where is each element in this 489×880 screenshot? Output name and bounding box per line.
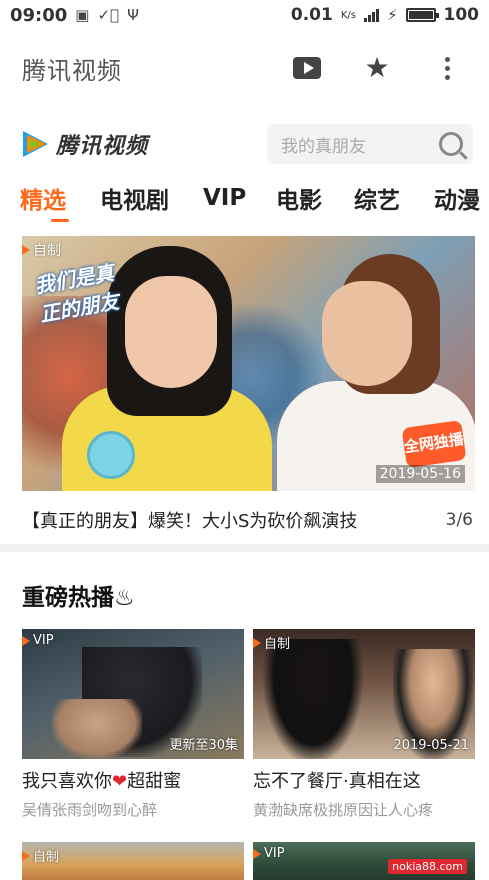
banner-badge-label: 自制 — [33, 243, 61, 259]
more-icon — [444, 56, 450, 80]
card-subtitle: 黄渤缺席极挑原因让人心疼 — [253, 801, 434, 819]
show-logo: 我们是真正的朋友 — [32, 260, 121, 327]
section-title: 重磅热播♨ — [22, 585, 135, 611]
favorite-button[interactable]: ★ — [357, 48, 397, 88]
site-header: 腾讯视频 我的真朋友 — [0, 118, 489, 170]
video-thumbnail[interactable]: 自制 2019-05-21 — [253, 629, 475, 759]
card-badge-label: 自制 — [264, 637, 291, 652]
video-thumbnail[interactable]: VIP 更新至30集 — [22, 629, 244, 759]
tab-featured[interactable]: 精选 — [20, 172, 100, 224]
banner-caption[interactable]: 【真正的朋友】爆笑！大小S为砍价飙演技 3/6 — [0, 496, 489, 552]
status-bar: 09:00 ▣ ✓⃝ Ψ 0.01 K/s ⚡ 100 — [0, 0, 489, 30]
tab-vip[interactable]: VIP — [203, 172, 276, 224]
search-box[interactable]: 我的真朋友 — [267, 124, 473, 164]
banner-date: 2019-05-16 — [375, 465, 465, 483]
category-tabs: 精选 电视剧 VIP 电影 综艺 动漫 — [0, 172, 489, 224]
network-speed: 0.01 — [290, 5, 333, 25]
watermark: nokia88.com — [388, 859, 467, 874]
badge-triangle-icon — [22, 850, 30, 861]
check-circle-icon: ✓⃝ — [97, 6, 120, 24]
network-unit: K/s — [340, 9, 356, 21]
card-badge: VIP — [22, 633, 54, 648]
badge-triangle-icon — [22, 245, 30, 255]
play-video-icon — [293, 57, 321, 79]
star-icon: ★ — [364, 51, 390, 84]
signal-icon — [363, 8, 379, 22]
exclusive-badge: 全网独播 — [401, 420, 467, 468]
more-button[interactable] — [427, 48, 467, 88]
fan-icon — [87, 431, 135, 479]
heart-icon: ❤ — [112, 771, 128, 792]
card-badge-label: VIP — [264, 846, 285, 861]
video-card[interactable]: 自制 — [22, 842, 244, 880]
tab-movies[interactable]: 电影 — [276, 172, 354, 224]
play-video-button[interactable] — [287, 48, 327, 88]
tencent-video-logo-icon — [23, 131, 48, 157]
image-icon: ▣ — [75, 6, 90, 24]
search-icon[interactable] — [439, 132, 463, 156]
video-card[interactable]: 自制 2019-05-21 忘不了餐厅·真相在这 黄渤缺席极挑原因让人心疼 — [253, 629, 475, 820]
tab-anime[interactable]: 动漫 — [434, 172, 489, 224]
badge-triangle-icon — [253, 848, 261, 859]
video-thumbnail[interactable]: 自制 — [22, 842, 244, 880]
video-card[interactable]: VIP nokia88.com — [253, 842, 475, 880]
logo-text: 腾讯视频 — [56, 134, 149, 159]
card-title: 忘不了餐厅·真相在这 — [253, 771, 421, 792]
site-logo[interactable]: 腾讯视频 — [18, 127, 267, 161]
card-badge: 自制 — [253, 633, 290, 652]
badge-triangle-icon — [253, 637, 261, 648]
card-date: 2019-05-21 — [393, 738, 469, 753]
card-badge-label: VIP — [33, 633, 54, 648]
tab-tv-series[interactable]: 电视剧 — [100, 172, 203, 224]
battery-level: 100 — [443, 5, 480, 25]
card-badge: VIP — [253, 846, 285, 861]
charging-icon: ⚡ — [386, 6, 398, 24]
video-thumbnail[interactable]: VIP nokia88.com — [253, 842, 475, 880]
app-toolbar: 腾讯视频 ★ — [0, 42, 489, 94]
card-badge-label: 自制 — [33, 850, 60, 865]
banner-caption-text: 【真正的朋友】爆笑！大小S为砍价飙演技 — [22, 511, 358, 532]
card-episode-info: 更新至30集 — [169, 738, 238, 753]
search-input[interactable]: 我的真朋友 — [281, 132, 366, 157]
tab-variety[interactable]: 综艺 — [354, 172, 434, 224]
card-title: 我只喜欢你❤超甜蜜 — [22, 771, 182, 792]
banner-page-count: 3/6 — [445, 510, 473, 530]
card-badge: 自制 — [22, 846, 59, 865]
card-subtitle: 吴倩张雨剑吻到心醉 — [22, 801, 158, 819]
banner-badge: 自制 — [22, 240, 61, 260]
battery-icon — [405, 8, 439, 22]
status-time: 09:00 — [10, 4, 68, 26]
usb-icon: Ψ — [127, 6, 139, 24]
badge-triangle-icon — [22, 635, 30, 646]
featured-banner[interactable]: 自制 我们是真正的朋友 全网独播 2019-05-16 — [22, 236, 475, 491]
toolbar-title: 腾讯视频 — [22, 56, 122, 85]
video-card[interactable]: VIP 更新至30集 我只喜欢你❤超甜蜜 吴倩张雨剑吻到心醉 — [22, 629, 244, 820]
